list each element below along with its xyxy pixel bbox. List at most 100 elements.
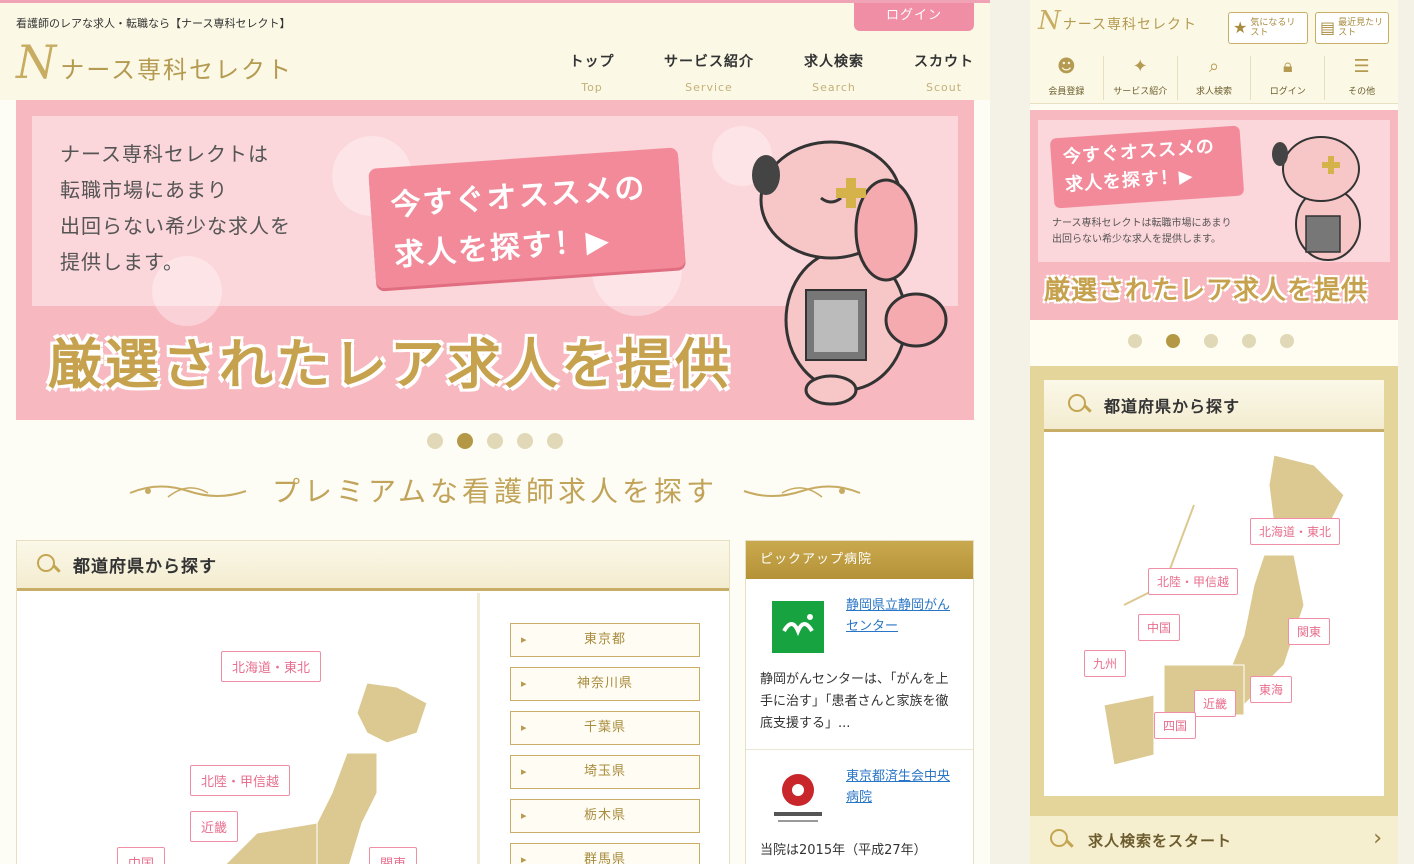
hero-banner[interactable]: ナース専科セレクトは 転職市場にあまり 出回らない希少な求人を 提供します。 今…: [16, 100, 974, 420]
nav-search[interactable]: 求人検索 Search: [784, 51, 884, 94]
mobile-nav-search[interactable]: ⌕ 求人検索: [1178, 56, 1252, 100]
slide-dot[interactable]: [1280, 334, 1294, 348]
slide-dot[interactable]: [427, 433, 443, 449]
region-kanto[interactable]: 関東: [1288, 618, 1331, 645]
recent-list-button[interactable]: ▤ 最近見たリスト: [1315, 12, 1389, 44]
desktop-view: 看護師のレアな求人・転職なら【ナース専科セレクト】 ログイン N ナース専科セレ…: [0, 0, 990, 864]
pref-button-saitama[interactable]: 埼玉県: [510, 755, 700, 789]
hero-headline: 厳選されたレア求人を提供: [48, 333, 732, 396]
hero-line: 出回らない希少な求人を提供します。: [1052, 234, 1221, 245]
hero-line: 転職市場にあまり: [60, 178, 228, 202]
nav-label: その他: [1348, 87, 1376, 97]
star-icon: ★: [1233, 18, 1248, 37]
right-flourish-ornament: [743, 485, 861, 498]
slide-dot[interactable]: [1128, 334, 1142, 348]
shizuoka-logo-icon: [772, 601, 824, 653]
pickup-hospitals-panel: ピックアップ病院 静岡県立静岡がんセンター 静岡がんセンターは、「がんを上手に治…: [745, 540, 974, 864]
prefecture-list: 東京都 神奈川県 千葉県 埼玉県 栃木県 群馬県: [510, 623, 700, 864]
search-icon: [1066, 392, 1092, 418]
region-hokkaido-tohoku[interactable]: 北海道・東北: [221, 651, 322, 682]
mobile-prefecture-title: 都道府県から探す: [1104, 396, 1241, 416]
pickup-panel-title: ピックアップ病院: [746, 541, 973, 579]
login-button[interactable]: ログイン: [854, 3, 974, 31]
section-title: プレミアムな看護師求人を探す: [271, 475, 719, 508]
region-hokuriku-koshinetsu[interactable]: 北陸・甲信越: [190, 765, 291, 796]
slide-dot-active[interactable]: [1166, 334, 1180, 348]
hospital-logo-saiseikai[interactable]: [760, 766, 836, 830]
mobile-hero-cta[interactable]: 今すぐオススメの 求人を探す！▶: [1049, 125, 1245, 209]
hospital-link[interactable]: 東京都済生会中央病院: [846, 766, 959, 808]
nav-label: ログイン: [1269, 87, 1306, 97]
hospital-description: 当院は2015年（平成27年）: [760, 843, 927, 858]
nav-sublabel: Scout: [925, 81, 963, 94]
site-logo[interactable]: N ナース専科セレクト: [16, 39, 293, 85]
hospital-description: 静岡がんセンターは、「がんを上手に治す」「患者さんと家族を徹底支援する」...: [760, 672, 949, 731]
nav-label: 求人検索: [1195, 87, 1232, 97]
nav-label: 会員登録: [1048, 87, 1085, 97]
hero-line: 提供します。: [60, 250, 184, 274]
mobile-nav-other[interactable]: ☰ その他: [1325, 56, 1398, 100]
nav-sublabel: Service: [685, 81, 733, 94]
slide-dot[interactable]: [1242, 334, 1256, 348]
pref-button-chiba[interactable]: 千葉県: [510, 711, 700, 745]
pref-button-tokyo[interactable]: 東京都: [510, 623, 700, 657]
hero-cta-button[interactable]: 今すぐオススメの 求人を探す！▶: [368, 147, 686, 289]
nav-label: サービス紹介: [1113, 87, 1168, 97]
search-icon: [1048, 827, 1074, 853]
region-kanto[interactable]: 関東: [369, 847, 418, 864]
search-icon: [35, 552, 61, 578]
nav-label: トップ: [569, 54, 615, 70]
japan-map-shape: [225, 682, 428, 864]
nav-sublabel: Search: [812, 81, 856, 94]
hospital-logo-shizuoka[interactable]: [760, 595, 836, 659]
region-hokkaido-tohoku[interactable]: 北海道・東北: [1250, 518, 1341, 545]
slide-dot[interactable]: [517, 433, 533, 449]
prefecture-search-panel: 都道府県から探す 北海道・東北 北陸・甲信越 近畿 中国 関東 東京都 神奈川県…: [16, 540, 730, 864]
pref-button-tochigi[interactable]: 栃木県: [510, 799, 700, 833]
region-shikoku[interactable]: 四国: [1154, 712, 1197, 739]
slide-dot[interactable]: [547, 433, 563, 449]
hospital-link[interactable]: 静岡県立静岡がんセンター: [846, 595, 959, 637]
nav-scout[interactable]: スカウト Scout: [884, 51, 990, 94]
hero-line: ナース専科セレクトは転職市場にあまり: [1052, 218, 1232, 229]
slide-dot[interactable]: [487, 433, 503, 449]
pref-button-gunma[interactable]: 群馬県: [510, 843, 700, 864]
mobile-logo[interactable]: N ナース専科セレクト: [1038, 6, 1197, 36]
mobile-prefecture-panel: 都道府県から探す 北海道・東北 北陸・甲信越 中国 関東 九州 近畿 東海 四国: [1030, 366, 1398, 816]
mobile-header: N ナース専科セレクト ★ 気になるリスト ▤ 最近見たリスト ☻ 会員登録 ✦…: [1030, 0, 1398, 104]
chevron-right-icon: ›: [1373, 826, 1382, 851]
saiseikai-logo-icon: [774, 774, 822, 822]
mobile-hero-description: ナース専科セレクトは転職市場にあまり 出回らない希少な求人を提供します。: [1052, 216, 1232, 248]
menu-list-icon: ☰: [1353, 56, 1370, 77]
region-chugoku[interactable]: 中国: [1138, 614, 1181, 641]
slide-dot[interactable]: [1204, 334, 1218, 348]
mobile-japan-map: [1103, 454, 1345, 766]
pref-button-kanagawa[interactable]: 神奈川県: [510, 667, 700, 701]
slide-dot-active[interactable]: [457, 433, 473, 449]
mobile-nav-service[interactable]: ✦ サービス紹介: [1104, 56, 1178, 100]
region-kinki[interactable]: 近畿: [190, 811, 239, 842]
pickup-item: 東京都済生会中央病院 当院は2015年（平成27年）: [746, 750, 973, 864]
favorites-list-button[interactable]: ★ 気になるリスト: [1228, 12, 1308, 44]
document-icon: ▤: [1320, 18, 1336, 37]
mobile-nav-register[interactable]: ☻ 会員登録: [1030, 56, 1104, 100]
mobile-hero-banner[interactable]: 今すぐオススメの 求人を探す！▶ ナース専科セレクトは転職市場にあまり 出回らな…: [1030, 110, 1398, 320]
nav-label: スカウト: [914, 54, 974, 70]
recent-label: 最近見たリスト: [1338, 18, 1384, 38]
pickup-item: 静岡県立静岡がんセンター 静岡がんセンターは、「がんを上手に治す」「患者さんと家…: [746, 579, 973, 750]
hero-description: ナース専科セレクトは 転職市場にあまり 出回らない希少な求人を 提供します。: [60, 136, 291, 280]
person-icon: ☻: [1057, 56, 1076, 77]
lock-icon: 🔒︎: [1283, 56, 1293, 77]
mobile-nav-login[interactable]: 🔒︎ ログイン: [1251, 56, 1326, 100]
nav-top[interactable]: トップ Top: [550, 51, 634, 94]
mascot-nurse-dog-illustration: [1272, 136, 1361, 261]
job-search-start-button[interactable]: 求人検索をスタート ›: [1030, 816, 1398, 864]
mobile-prefecture-box: 都道府県から探す 北海道・東北 北陸・甲信越 中国 関東 九州 近畿 東海 四国: [1044, 380, 1384, 796]
region-hokuriku-koshinetsu[interactable]: 北陸・甲信越: [1148, 568, 1239, 595]
region-kyushu[interactable]: 九州: [1084, 650, 1127, 677]
nav-service[interactable]: サービス紹介 Service: [634, 51, 784, 94]
logo-mark: N: [1038, 6, 1061, 36]
region-tokai[interactable]: 東海: [1250, 676, 1293, 703]
region-chugoku[interactable]: 中国: [117, 847, 166, 864]
region-kinki[interactable]: 近畿: [1194, 690, 1237, 717]
